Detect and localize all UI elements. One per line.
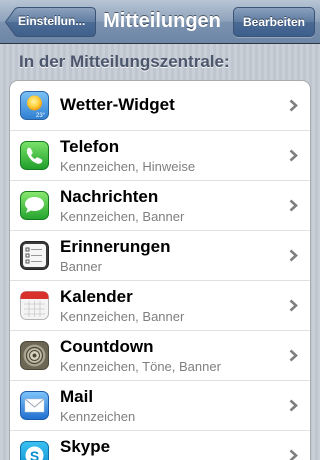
chevron-right-icon — [289, 399, 298, 412]
list-item-subtitle: Kennzeichen, Töne, Banner — [60, 359, 221, 374]
list-item-title: Skype — [60, 437, 111, 456]
list-item-skype[interactable]: S Skype — [10, 431, 310, 460]
list-item-subtitle: Kennzeichen, Banner — [60, 309, 185, 324]
list-item-subtitle: Kennzeichen, Hinweise — [60, 159, 196, 174]
svg-text:S: S — [30, 448, 39, 460]
list-item-countdown[interactable]: Countdown Kennzeichen, Töne, Banner — [10, 331, 310, 381]
mail-icon — [20, 391, 49, 420]
list-item-phone[interactable]: Telefon Kennzeichen, Hinweise — [10, 131, 310, 181]
countdown-icon — [20, 341, 49, 370]
list-item-title: Mail — [60, 387, 94, 406]
weather-icon-text: 23° — [36, 113, 46, 119]
chevron-right-icon — [289, 99, 298, 112]
list-item-subtitle: Kennzeichen, Banner — [60, 209, 185, 224]
navigation-bar: Einstellun... Mitteilungen Bearbeiten — [0, 0, 320, 44]
calendar-icon — [20, 291, 49, 320]
list-item-title: Telefon — [60, 137, 120, 156]
list-item-title: Nachrichten — [60, 187, 159, 206]
list-item-weather-widget[interactable]: 23° Wetter-Widget — [10, 81, 310, 131]
list-item-reminders[interactable]: Erinnerungen Banner — [10, 231, 310, 281]
chevron-right-icon — [289, 199, 298, 212]
phone-icon — [20, 141, 49, 170]
list-item-title: Erinnerungen — [60, 237, 171, 256]
apps-list: 23° Wetter-Widget Telefon Kennzeichen, H… — [9, 80, 311, 460]
skype-icon: S — [20, 441, 49, 460]
list-item-calendar[interactable]: Kalender Kennzeichen, Banner — [10, 281, 310, 331]
chevron-right-icon — [289, 449, 298, 460]
list-item-title: Wetter-Widget — [60, 95, 175, 114]
page-title: Mitteilungen — [103, 10, 221, 32]
list-item-messages[interactable]: Nachrichten Kennzeichen, Banner — [10, 181, 310, 231]
chevron-right-icon — [289, 149, 298, 162]
list-item-subtitle: Banner — [60, 259, 102, 274]
weather-icon: 23° — [20, 91, 49, 120]
section-header: In der Mitteilungszentrale: — [19, 52, 230, 71]
list-item-title: Countdown — [60, 337, 154, 356]
list-item-subtitle: Kennzeichen — [60, 409, 136, 424]
edit-button[interactable]: Bearbeiten — [233, 7, 315, 37]
chevron-right-icon — [289, 349, 298, 362]
reminders-icon — [20, 241, 49, 270]
back-button[interactable]: Einstellun... — [5, 7, 96, 37]
chevron-right-icon — [289, 249, 298, 262]
back-button-label: Einstellun... — [18, 14, 86, 28]
messages-icon — [20, 191, 49, 220]
list-item-title: Kalender — [60, 287, 133, 306]
chevron-right-icon — [289, 299, 298, 312]
list-item-mail[interactable]: Mail Kennzeichen — [10, 381, 310, 431]
